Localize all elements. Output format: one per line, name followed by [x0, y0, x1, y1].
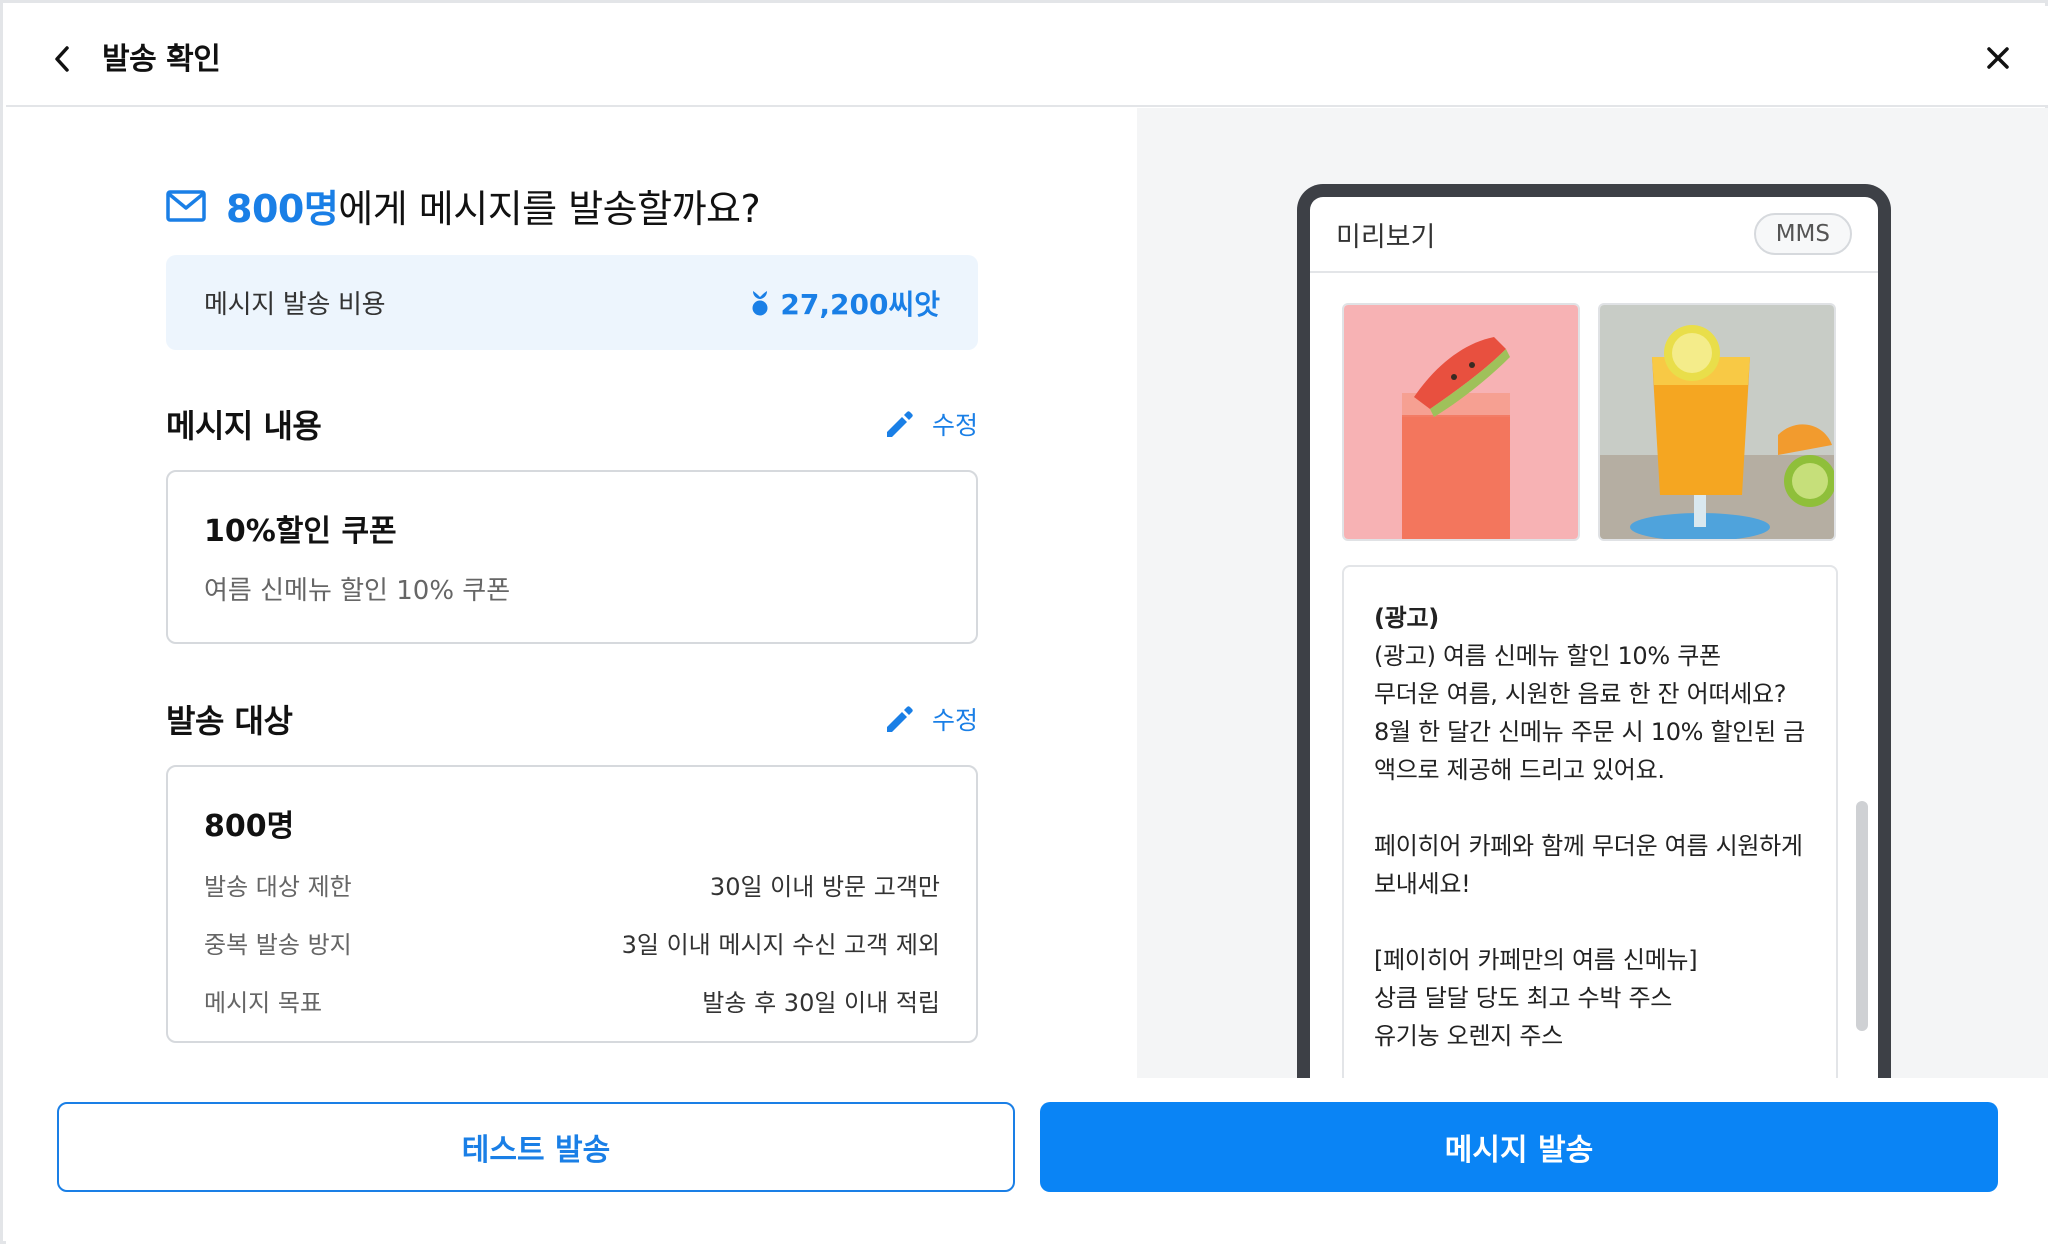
watermelon-juice-image — [1342, 303, 1580, 541]
headline-text: 에게 메시지를 발송할까요? — [338, 187, 761, 231]
back-button[interactable] — [42, 36, 82, 82]
preview-scrollbar[interactable] — [1856, 801, 1868, 1031]
seed-icon — [752, 290, 768, 315]
target-row-value: 30일 이내 방문 고객만 — [709, 873, 940, 901]
target-section-header: 발송 대상 수정 — [166, 696, 978, 742]
close-icon — [1987, 47, 2009, 69]
close-button[interactable] — [1978, 38, 2018, 78]
pencil-icon — [886, 706, 913, 732]
target-row-value: 발송 후 30일 이내 적립 — [702, 989, 940, 1017]
target-row: 메시지 목표 발송 후 30일 이내 적립 — [204, 983, 940, 1018]
mms-badge: MMS — [1753, 213, 1852, 255]
target-row-key: 메시지 목표 — [204, 989, 323, 1017]
edit-message-label: 수정 — [931, 411, 978, 440]
message-preview: (광고) (광고) 여름 신메뉴 할인 10% 쿠폰 무더운 여름, 시원한 음… — [1342, 565, 1838, 1078]
message-content-card: 10%할인 쿠폰 여름 신메뉴 할인 10% 쿠폰 — [166, 470, 978, 644]
edit-target-button[interactable]: 수정 — [884, 701, 978, 737]
chevron-left-icon — [55, 46, 69, 72]
footer: 테스트 발송 메시지 발송 — [6, 1078, 2048, 1244]
target-count: 800명 — [204, 809, 295, 844]
header: 발송 확인 — [6, 6, 2048, 107]
message-section-header: 메시지 내용 수정 — [166, 401, 978, 447]
target-row-key: 발송 대상 제한 — [204, 873, 352, 901]
preview-images — [1342, 303, 1836, 541]
recipient-count: 800명 — [226, 187, 339, 231]
confirm-headline: 800명 에게 메시지를 발송할까요? — [166, 178, 761, 233]
target-row-value: 3일 이내 메시지 수신 고객 제외 — [621, 931, 940, 959]
cost-value: 27,200씨앗 — [750, 283, 940, 323]
message-subtitle: 여름 신메뉴 할인 10% 쿠폰 — [204, 576, 511, 606]
cost-label: 메시지 발송 비용 — [204, 290, 386, 320]
target-row: 중복 발송 방지 3일 이내 메시지 수신 고객 제외 — [204, 925, 940, 960]
page-title: 발송 확인 — [102, 42, 221, 77]
preview-panel: 미리보기 MMS (광고) (광고) 여름 신메뉴 할인 10% 쿠폰 무더운 … — [1137, 108, 2048, 1078]
preview-label: 미리보기 — [1336, 221, 1436, 253]
cost-amount: 27,200씨앗 — [780, 287, 940, 321]
target-section-title: 발송 대상 — [166, 702, 293, 740]
message-title: 10%할인 쿠폰 — [204, 514, 397, 549]
send-message-button[interactable]: 메시지 발송 — [1040, 1102, 1998, 1192]
target-row-key: 중복 발송 방지 — [204, 931, 352, 959]
target-card: 800명 발송 대상 제한 30일 이내 방문 고객만 중복 발송 방지 3일 … — [166, 765, 978, 1043]
phone-preview: 미리보기 MMS (광고) (광고) 여름 신메뉴 할인 10% 쿠폰 무더운 … — [1297, 184, 1891, 1078]
orange-juice-image — [1598, 303, 1836, 541]
edit-target-label: 수정 — [931, 706, 978, 735]
message-body: (광고) 여름 신메뉴 할인 10% 쿠폰 무더운 여름, 시원한 음료 한 잔… — [1374, 642, 1805, 1050]
mail-icon — [166, 189, 206, 222]
message-section-title: 메시지 내용 — [166, 407, 322, 445]
pencil-icon — [886, 411, 913, 437]
ad-tag: (광고) — [1374, 604, 1439, 632]
cost-box: 메시지 발송 비용 27,200씨앗 — [166, 255, 978, 350]
summary-panel: 800명 에게 메시지를 발송할까요? 메시지 발송 비용 27,200씨앗 메… — [6, 108, 1137, 1078]
target-row: 발송 대상 제한 30일 이내 방문 고객만 — [204, 867, 940, 902]
preview-header: 미리보기 MMS — [1310, 197, 1878, 273]
dialog: 발송 확인 800명 에게 메시지를 발송할까요? 메시지 발송 비용 27,2… — [0, 0, 2048, 1244]
test-send-button[interactable]: 테스트 발송 — [57, 1102, 1015, 1192]
edit-message-button[interactable]: 수정 — [884, 406, 978, 442]
